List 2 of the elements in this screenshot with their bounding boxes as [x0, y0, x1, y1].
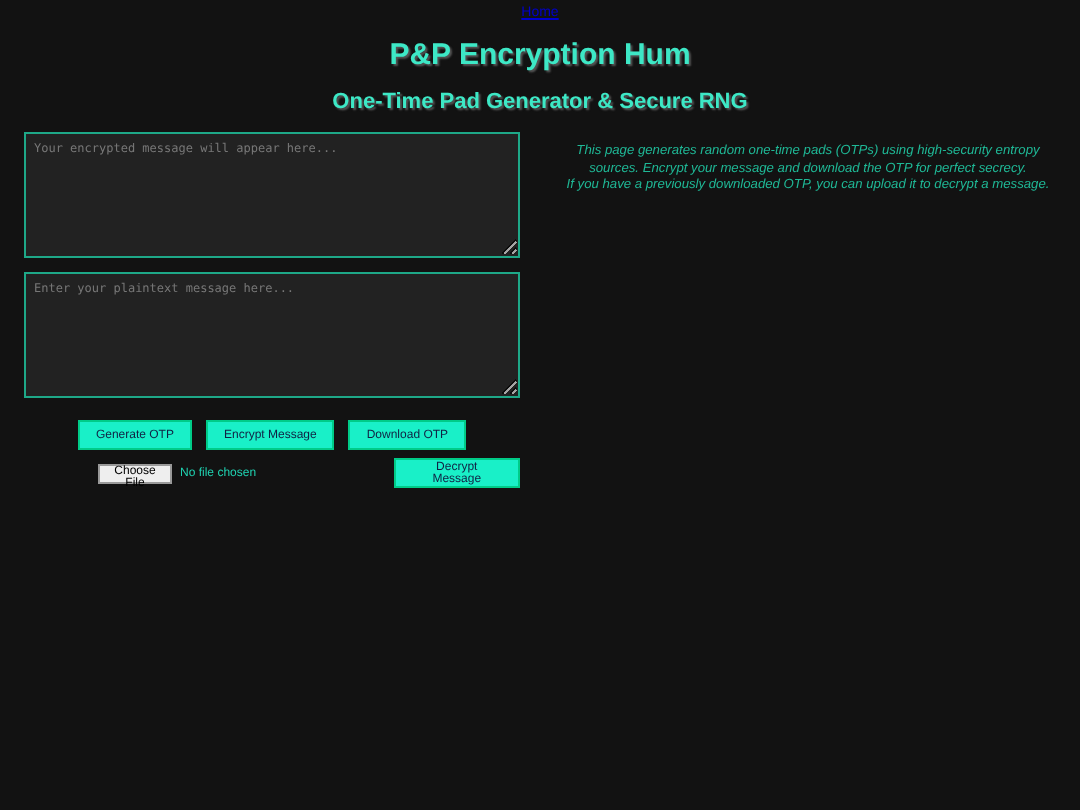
page-title: P&P Encryption Hum	[389, 38, 691, 72]
page-subtitle: One-Time Pad Generator & Secure RNG	[332, 90, 748, 114]
